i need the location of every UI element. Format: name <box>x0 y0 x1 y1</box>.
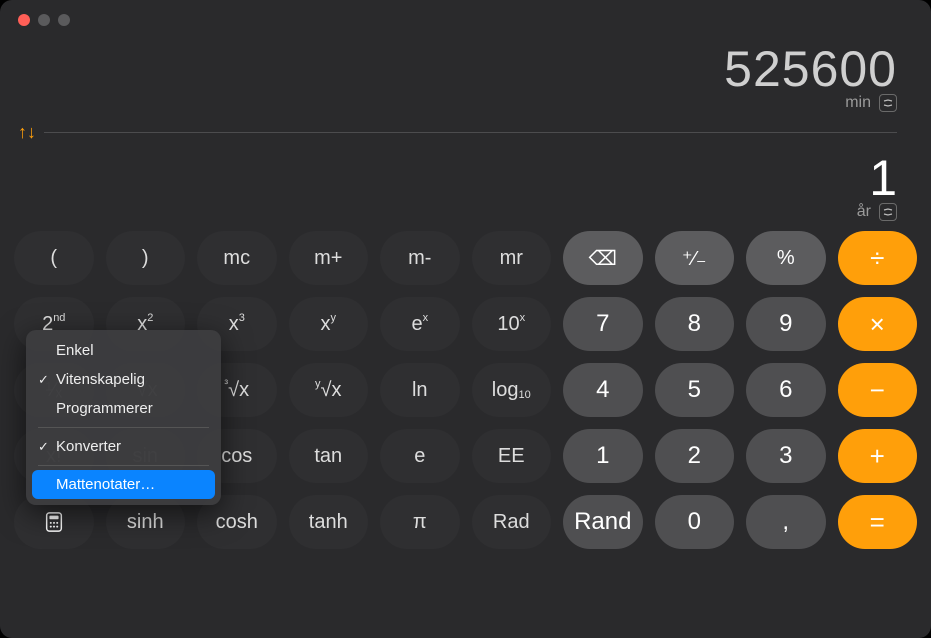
key-tan[interactable]: tan <box>289 429 369 483</box>
key-5[interactable]: 5 <box>655 363 735 417</box>
key-rand[interactable]: Rand <box>563 495 643 549</box>
menu-item-label: Enkel <box>56 342 94 359</box>
key-3[interactable]: 3 <box>746 429 826 483</box>
menu-item-scientific[interactable]: ✓ Vitenskapelig <box>32 365 215 394</box>
key-ln[interactable]: ln <box>380 363 460 417</box>
key-9[interactable]: 9 <box>746 297 826 351</box>
key-backspace[interactable]: ⌫ <box>563 231 643 285</box>
key-percent[interactable]: % <box>746 231 826 285</box>
key-lparen[interactable]: ( <box>14 231 94 285</box>
key-pi[interactable]: π <box>380 495 460 549</box>
check-icon: ✓ <box>38 439 49 455</box>
unit-dropdown-icon[interactable] <box>879 203 897 221</box>
menu-item-math-notes[interactable]: Mattenotater… <box>32 470 215 499</box>
key-comma[interactable]: , <box>746 495 826 549</box>
key-mminus[interactable]: m- <box>380 231 460 285</box>
lower-unit-row[interactable]: år <box>857 203 897 221</box>
unit-dropdown-icon[interactable] <box>879 94 897 112</box>
key-log10[interactable]: log10 <box>472 363 552 417</box>
key-ex[interactable]: ex <box>380 297 460 351</box>
swap-icon[interactable]: ↑↓ <box>18 122 36 143</box>
key-ee[interactable]: EE <box>472 429 552 483</box>
key-mr[interactable]: mr <box>472 231 552 285</box>
key-yrootx[interactable]: y√x <box>289 363 369 417</box>
lower-value: 1 <box>869 149 897 207</box>
key-equals[interactable]: = <box>838 495 918 549</box>
divider-row: ↑↓ <box>18 122 897 143</box>
mode-menu: Enkel ✓ Vitenskapelig Programmerer ✓ Kon… <box>26 330 221 505</box>
upper-unit-row[interactable]: min <box>845 94 897 112</box>
menu-item-label: Konverter <box>56 438 121 455</box>
titlebar <box>0 0 931 40</box>
key-e[interactable]: e <box>380 429 460 483</box>
key-minus[interactable]: − <box>838 363 918 417</box>
menu-separator <box>38 427 209 428</box>
key-plusminus[interactable]: ⁺⁄₋ <box>655 231 735 285</box>
key-10x[interactable]: 10x <box>472 297 552 351</box>
menu-item-label: Programmerer <box>56 400 153 417</box>
key-6[interactable]: 6 <box>746 363 826 417</box>
menu-item-convert[interactable]: ✓ Konverter <box>32 432 215 461</box>
upper-unit-label: min <box>845 94 871 112</box>
key-7[interactable]: 7 <box>563 297 643 351</box>
key-0[interactable]: 0 <box>655 495 735 549</box>
lower-display: 1 år <box>18 149 897 221</box>
calculator-window: 525600 min ↑↓ 1 år ( ) <box>0 0 931 638</box>
display-area: 525600 min ↑↓ 1 år <box>0 40 931 221</box>
key-mc[interactable]: mc <box>197 231 277 285</box>
minimize-icon[interactable] <box>38 14 50 26</box>
menu-item-programmer[interactable]: Programmerer <box>32 394 215 423</box>
key-mplus[interactable]: m+ <box>289 231 369 285</box>
close-icon[interactable] <box>18 14 30 26</box>
key-rparen[interactable]: ) <box>106 231 186 285</box>
maximize-icon[interactable] <box>58 14 70 26</box>
key-1[interactable]: 1 <box>563 429 643 483</box>
key-xy[interactable]: xy <box>289 297 369 351</box>
menu-item-label: Vitenskapelig <box>56 371 145 388</box>
divider-line <box>44 132 897 133</box>
check-icon: ✓ <box>38 372 49 388</box>
upper-value: 525600 <box>724 40 897 98</box>
key-divide[interactable]: ÷ <box>838 231 918 285</box>
key-8[interactable]: 8 <box>655 297 735 351</box>
upper-display: 525600 min <box>18 40 897 112</box>
calculator-icon <box>43 511 65 533</box>
key-multiply[interactable]: × <box>838 297 918 351</box>
key-4[interactable]: 4 <box>563 363 643 417</box>
key-2[interactable]: 2 <box>655 429 735 483</box>
menu-separator <box>38 465 209 466</box>
lower-unit-label: år <box>857 203 871 221</box>
key-tanh[interactable]: tanh <box>289 495 369 549</box>
menu-item-basic[interactable]: Enkel <box>32 336 215 365</box>
menu-item-label: Mattenotater… <box>56 476 155 493</box>
key-rad[interactable]: Rad <box>472 495 552 549</box>
key-plus[interactable]: + <box>838 429 918 483</box>
